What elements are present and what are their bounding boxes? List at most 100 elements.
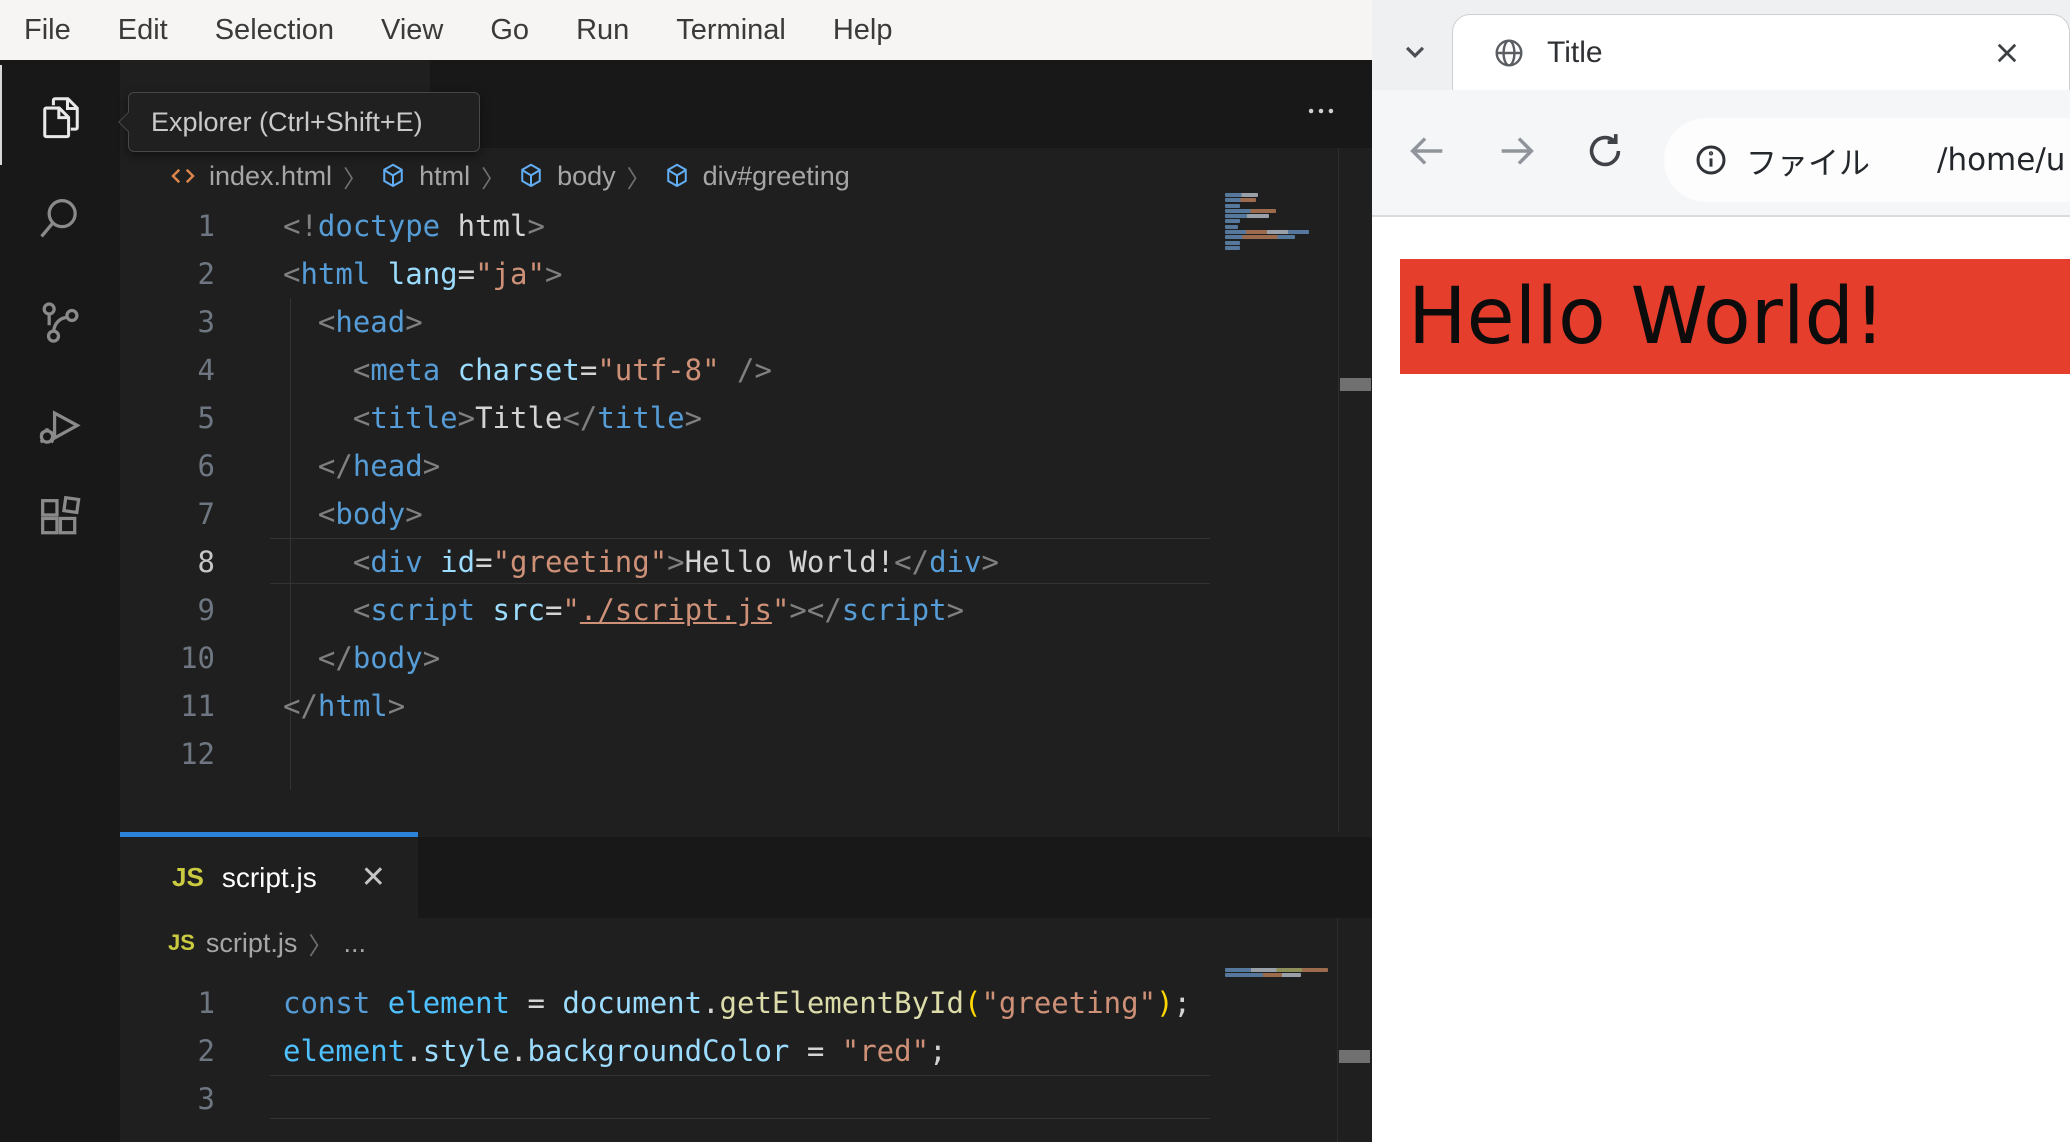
sidebar-item-source-control[interactable] [0, 272, 120, 372]
line-number: 4 [197, 353, 215, 387]
browser-tab-title: Title [1547, 35, 1603, 69]
active-tab-accent [120, 832, 418, 837]
code-line[interactable]: 5 <title>Title</title> [120, 394, 1338, 442]
minimap[interactable] [1225, 193, 1335, 251]
minimap-line [1225, 245, 1240, 250]
menu-item-run[interactable]: Run [576, 14, 629, 47]
line-number: 1 [197, 209, 215, 243]
minimap-line [1225, 224, 1238, 229]
sidebar-item-extensions[interactable] [0, 468, 120, 568]
code-line[interactable]: 8 <div id="greeting">Hello World!</div> [120, 538, 1338, 586]
close-tab-icon[interactable]: ✕ [361, 860, 386, 895]
code-line[interactable]: 3 <head> [120, 298, 1338, 346]
menu-item-file[interactable]: File [24, 14, 71, 47]
sidebar-item-search[interactable] [0, 168, 120, 268]
code-line[interactable]: 9 <script src="./script.js"></script> [120, 586, 1338, 634]
menu-item-view[interactable]: View [381, 14, 443, 47]
source-control-icon [42, 302, 79, 343]
menu-item-go[interactable]: Go [490, 14, 529, 47]
breadcrumb-item[interactable]: body [557, 161, 616, 192]
code-line[interactable]: 12 [120, 730, 1338, 778]
code-line[interactable]: 2 element.style.backgroundColor = "red"; [120, 1027, 1338, 1075]
minimap-line [1225, 214, 1269, 219]
menu-bar: File Edit Selection View Go Run Terminal Help [0, 0, 1372, 60]
code-line[interactable]: 3 [120, 1075, 1338, 1123]
code-line[interactable]: 1 <!doctype html> [120, 202, 1338, 250]
line-number: 3 [197, 1082, 215, 1116]
line-number: 2 [197, 257, 215, 291]
line-number: 9 [197, 593, 215, 627]
minimap-line [1225, 219, 1240, 224]
greeting-banner: Hello World! [1400, 259, 2070, 374]
breadcrumb-item[interactable]: index.html [209, 161, 332, 192]
scrollbar-separator [1337, 918, 1338, 1142]
scrollbar-handle[interactable] [1340, 378, 1371, 391]
browser-tab[interactable]: Title [1452, 14, 2070, 90]
screen: File Edit Selection View Go Run Terminal Help [0, 0, 2070, 1142]
chevron-right-icon: 〉 [626, 165, 651, 193]
tab-bar-bottom: JS script.js ✕ [120, 837, 1372, 918]
breadcrumb-item[interactable]: script.js [206, 928, 298, 959]
code-line[interactable]: 10 </body> [120, 634, 1338, 682]
scrollbar-handle[interactable] [1339, 1050, 1370, 1063]
code-line[interactable]: 1 const element = document.getElementById… [120, 979, 1338, 1027]
more-actions-icon[interactable] [1304, 94, 1338, 128]
minimap-line [1225, 198, 1256, 203]
line-number: 8 [197, 545, 215, 579]
breadcrumb: index.html 〉 html 〉 body 〉 div#greeting [120, 148, 1220, 204]
code-line[interactable]: 11 </html> [120, 682, 1338, 730]
globe-icon [1495, 39, 1523, 66]
minimap-line [1225, 230, 1309, 235]
close-tab-icon[interactable] [1989, 35, 2025, 71]
minimap[interactable] [1225, 968, 1335, 979]
code-line[interactable]: 4 <meta charset="utf-8" /> [120, 346, 1338, 394]
run-debug-icon [39, 410, 81, 444]
code-file-icon [168, 161, 198, 192]
menu-item-selection[interactable]: Selection [215, 14, 334, 47]
extensions-icon [41, 495, 81, 535]
search-icon [40, 199, 77, 238]
code-editor-js: 1 const element = document.getElementById… [120, 979, 1338, 1123]
minimap-line [1225, 193, 1258, 197]
file-chip-label: ファイル [1746, 145, 1870, 182]
minimap-line [1225, 203, 1240, 208]
line-number: 11 [180, 689, 215, 723]
js-file-icon: JS [168, 930, 195, 955]
menu-item-help[interactable]: Help [833, 14, 893, 47]
tab-script-js[interactable]: JS script.js ✕ [120, 837, 418, 918]
back-icon[interactable] [1404, 128, 1450, 174]
greeting-text: Hello World! [1408, 271, 1886, 362]
cube-icon [662, 161, 692, 192]
breadcrumb-item[interactable]: div#greeting [703, 161, 850, 192]
info-icon[interactable] [1692, 141, 1730, 179]
breadcrumb-item[interactable]: html [419, 161, 470, 192]
minimap-line [1225, 973, 1301, 978]
line-number: 3 [197, 305, 215, 339]
forward-icon[interactable] [1494, 128, 1540, 174]
code-line[interactable]: 7 <body> [120, 490, 1338, 538]
sidebar-item-explorer[interactable] [0, 65, 120, 165]
js-file-icon: JS [172, 862, 204, 892]
browser-window: Title ファイル /home/u Hello World! [1372, 0, 2070, 1142]
browser-tab-strip: Title [1372, 0, 2070, 90]
code-line[interactable]: 2 <html lang="ja"> [120, 250, 1338, 298]
line-number: 12 [180, 737, 215, 771]
breadcrumb: JS script.js 〉 ... [120, 918, 1220, 968]
cube-icon [378, 161, 408, 192]
chevron-right-icon: 〉 [481, 165, 506, 193]
tab-search-chevron-icon[interactable] [1396, 32, 1434, 70]
cube-icon [516, 161, 546, 192]
minimap-line [1225, 208, 1276, 213]
menu-item-terminal[interactable]: Terminal [676, 14, 786, 47]
breadcrumb-item[interactable]: ... [343, 928, 366, 959]
chevron-right-icon: 〉 [308, 932, 333, 960]
menu-item-edit[interactable]: Edit [118, 14, 168, 47]
code-line[interactable]: 6 </head> [120, 442, 1338, 490]
line-number: 2 [197, 1034, 215, 1068]
explorer-tooltip: Explorer (Ctrl+Shift+E) [118, 92, 480, 152]
browser-toolbar: ファイル /home/u [1372, 90, 2070, 217]
reload-icon[interactable] [1582, 128, 1628, 174]
minimap-line [1225, 968, 1328, 972]
minimap-line [1225, 240, 1240, 245]
sidebar-item-run-debug[interactable] [0, 375, 120, 475]
